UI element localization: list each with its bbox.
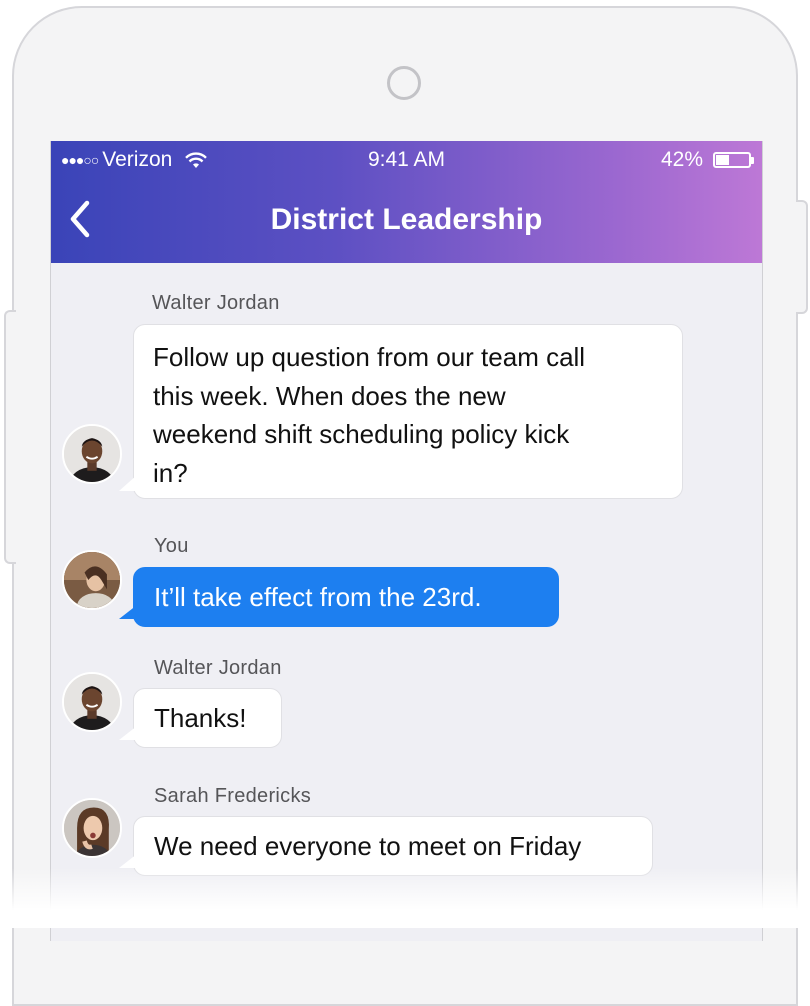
conversation-title: District Leadership: [270, 203, 543, 236]
message-sender: Walter Jordan: [152, 292, 280, 314]
header-bar: ●●●○○ Verizon 9:41 AM 42% District Leade…: [51, 141, 762, 263]
avatar[interactable]: [62, 424, 122, 484]
avatar-walter-jordan: [64, 674, 120, 730]
message-sender: Walter Jordan: [154, 657, 282, 679]
avatar[interactable]: [62, 798, 122, 858]
battery-group: 42%: [661, 148, 754, 172]
front-camera: [387, 66, 421, 100]
status-bar: ●●●○○ Verizon 9:41 AM 42%: [51, 146, 762, 174]
bottom-fade: [0, 868, 810, 928]
message-bubble[interactable]: We need everyone to meet on Friday: [133, 816, 653, 876]
bubble-tail: [119, 475, 137, 491]
message-bubble-mine[interactable]: It’ll take effect from the 23rd.: [133, 567, 559, 627]
avatar[interactable]: [62, 550, 122, 610]
phone-screen: ●●●○○ Verizon 9:41 AM 42% District Leade…: [50, 141, 763, 941]
battery-icon: [713, 152, 751, 168]
avatar-walter-jordan: [64, 426, 120, 482]
battery-percent: 42%: [660, 148, 703, 171]
message-line: Follow up question from our team call: [153, 342, 586, 372]
message-line: Thanks!: [154, 703, 247, 733]
side-button-left: [4, 310, 16, 564]
bubble-tail: [119, 605, 137, 619]
message-line: It’ll take effect from the 23rd.: [154, 582, 482, 612]
message-line: We need everyone to meet on Friday: [154, 831, 582, 861]
nav-bar: District Leadership: [51, 189, 762, 249]
message-line: in?: [153, 457, 188, 488]
status-time: 9:41 AM: [367, 148, 446, 171]
message-sender: You: [154, 535, 189, 557]
bubble-tail: [119, 726, 137, 740]
message-sender: Sarah Fredericks: [154, 785, 312, 807]
avatar-sarah-fredericks: [64, 800, 120, 856]
message-line: this week. When does the new: [153, 380, 506, 411]
message-line: weekend shift scheduling policy kick: [153, 419, 570, 449]
battery-cap: [751, 156, 754, 164]
avatar[interactable]: [62, 672, 122, 732]
message-list[interactable]: Walter Jordan Follow up question from ou…: [51, 263, 762, 941]
message-bubble[interactable]: Follow up question from our team call th…: [133, 324, 683, 499]
side-button-right: [796, 200, 808, 314]
avatar-you: [64, 552, 120, 608]
message-bubble[interactable]: Thanks!: [133, 688, 282, 748]
